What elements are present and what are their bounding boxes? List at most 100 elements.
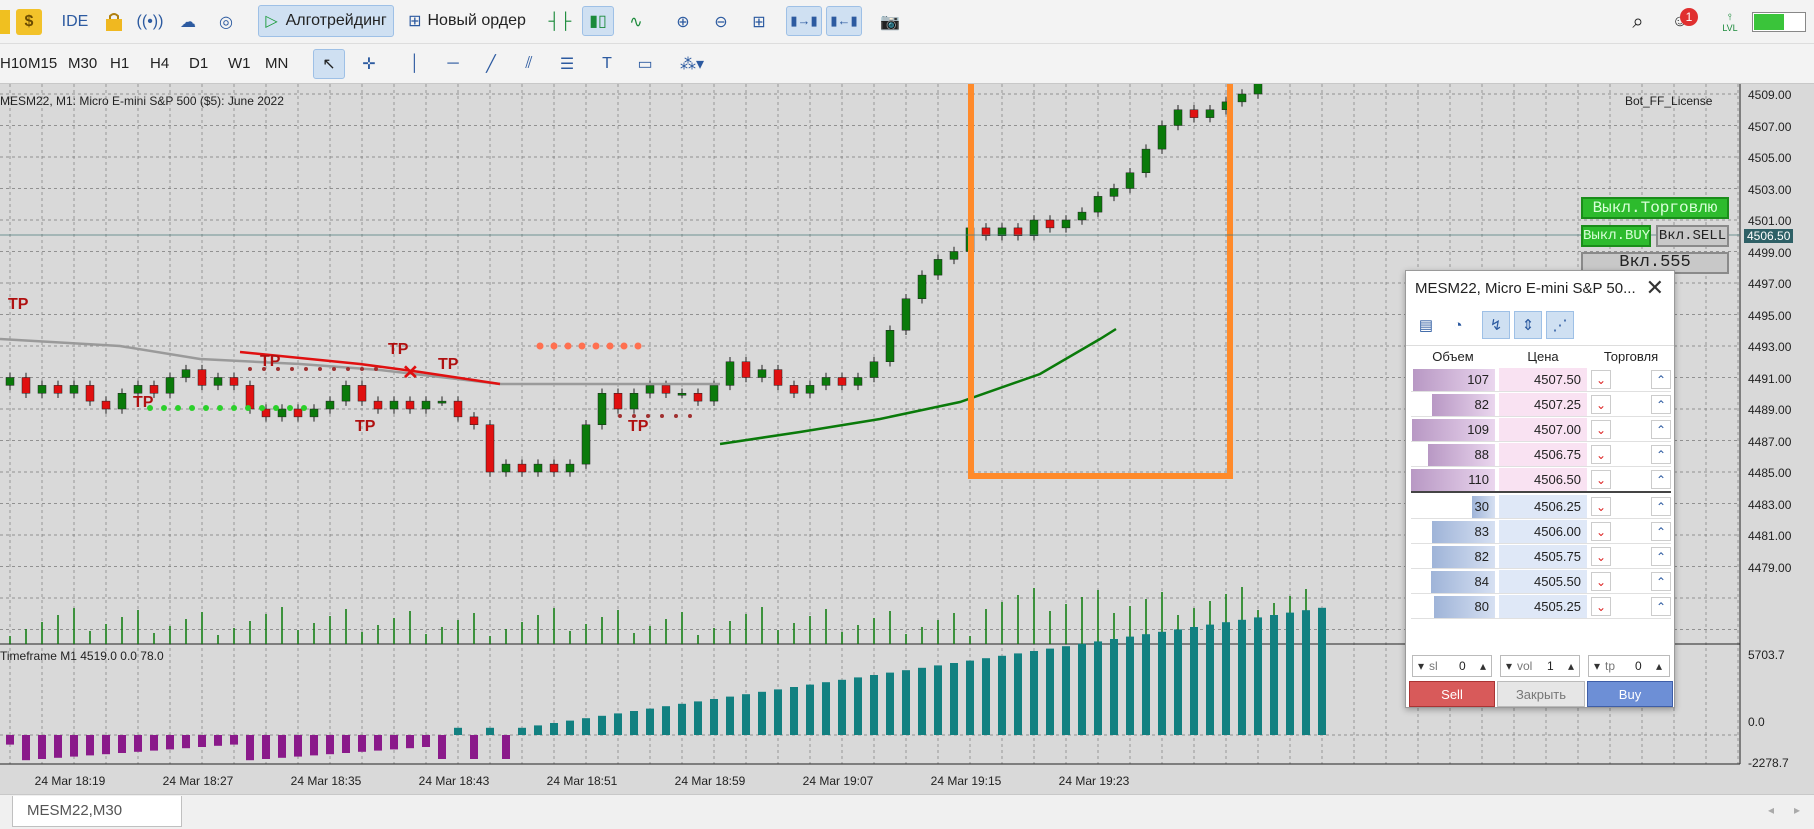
channel-icon[interactable]: ⫽: [516, 52, 542, 76]
sell-limit-icon[interactable]: ⌄: [1591, 445, 1611, 464]
fibonacci-icon[interactable]: ☰: [554, 52, 580, 76]
row-price: 4506.75: [1499, 443, 1587, 466]
bar-chart-icon[interactable]: ┤├: [547, 10, 573, 34]
vol-value[interactable]: 1: [1547, 659, 1563, 673]
timeframe-w1[interactable]: W1: [228, 55, 251, 72]
sell-limit-icon[interactable]: ⌄: [1591, 597, 1611, 616]
timeframe-h10[interactable]: H10: [0, 55, 28, 72]
timeframe-m15[interactable]: M15: [28, 55, 57, 72]
buy-limit-icon[interactable]: ⌃: [1651, 572, 1671, 591]
new-order-button[interactable]: ⊞ Новый ордер: [402, 5, 532, 37]
timeframe-m30[interactable]: M30: [68, 55, 97, 72]
ask-row[interactable]: 110 4506.50 ⌄ ⌃: [1411, 468, 1671, 492]
line-chart-icon[interactable]: ∿: [622, 10, 650, 34]
histogram-bar: [390, 735, 398, 750]
buy-limit-icon[interactable]: ⌃: [1651, 395, 1671, 414]
depth-of-market-window[interactable]: MESM22, Micro E-mini S&P 50... ✕ ▤ ◔ ↯ ⇕…: [1405, 270, 1675, 708]
ticks-icon[interactable]: ⋰: [1546, 311, 1574, 339]
buy-limit-icon[interactable]: ⌃: [1651, 370, 1671, 389]
histogram-bar: [1158, 631, 1166, 735]
search-icon[interactable]: ⌕: [1626, 10, 1650, 34]
signal-icon[interactable]: ((•)): [137, 10, 164, 34]
buy-limit-icon[interactable]: ⌃: [1651, 445, 1671, 464]
buy-limit-icon[interactable]: ⌃: [1651, 470, 1671, 489]
sl-stepper[interactable]: ▾ sl 0 ▴: [1412, 655, 1492, 677]
trade-view-icon[interactable]: ◔: [1444, 311, 1472, 339]
close-position-button[interactable]: Закрыть: [1497, 681, 1585, 707]
vertical-line-icon[interactable]: │: [402, 52, 428, 76]
histogram-bar: [294, 735, 302, 757]
crosshair-icon[interactable]: ✛: [356, 52, 382, 76]
zoom-out-icon[interactable]: ⊖: [708, 10, 734, 34]
cloud-icon[interactable]: ☁: [176, 10, 200, 34]
tp-label: TP: [438, 356, 459, 373]
ask-row[interactable]: 107 4507.50 ⌄ ⌃: [1411, 368, 1671, 392]
bid-row[interactable]: 82 4505.75 ⌄ ⌃: [1411, 545, 1671, 569]
lock-bag-icon[interactable]: [102, 10, 126, 34]
toolbar-cut-icon[interactable]: [0, 10, 10, 34]
ask-row[interactable]: 82 4507.25 ⌄ ⌃: [1411, 393, 1671, 417]
sell-limit-icon[interactable]: ⌄: [1591, 470, 1611, 489]
buy-button[interactable]: Buy: [1587, 681, 1673, 707]
text-icon[interactable]: T: [594, 52, 620, 76]
bid-row[interactable]: 84 4505.50 ⌄ ⌃: [1411, 570, 1671, 594]
quick-trade-icon[interactable]: ↯: [1482, 311, 1510, 339]
sl-value[interactable]: 0: [1459, 659, 1475, 673]
off-buy-button[interactable]: Выкл.BUY: [1581, 225, 1651, 247]
close-icon[interactable]: ✕: [1646, 275, 1664, 301]
support-dot: [287, 405, 293, 411]
timeframe-d1[interactable]: D1: [189, 55, 208, 72]
tp-stepper[interactable]: ▾ tp 0 ▴: [1588, 655, 1670, 677]
on-sell-button[interactable]: Вкл.SELL: [1656, 225, 1729, 247]
sell-limit-icon[interactable]: ⌄: [1591, 395, 1611, 414]
cursor-icon[interactable]: ↖: [313, 49, 345, 79]
candle: [85, 385, 95, 402]
tp-value[interactable]: 0: [1635, 659, 1651, 673]
scroll-left-icon[interactable]: ◂: [1768, 803, 1774, 817]
sell-limit-icon[interactable]: ⌄: [1591, 522, 1611, 541]
sell-limit-icon[interactable]: ⌄: [1591, 420, 1611, 439]
timeframe-h4[interactable]: H4: [150, 55, 169, 72]
timeframe-h1[interactable]: H1: [110, 55, 129, 72]
buy-limit-icon[interactable]: ⌃: [1651, 420, 1671, 439]
screenshot-icon[interactable]: 📷: [876, 10, 904, 34]
algo-trading-button[interactable]: ▷ Алготрейдинг: [258, 5, 394, 37]
ask-row[interactable]: 88 4506.75 ⌄ ⌃: [1411, 443, 1671, 467]
support-dot: [301, 405, 307, 411]
sell-limit-icon[interactable]: ⌄: [1591, 572, 1611, 591]
trendline-icon[interactable]: ╱: [478, 52, 504, 76]
zoom-in-icon[interactable]: ⊕: [670, 10, 696, 34]
trail-dot: [290, 367, 294, 371]
scroll-right-icon[interactable]: ▸: [1794, 803, 1800, 817]
buy-limit-icon[interactable]: ⌃: [1651, 497, 1671, 516]
histogram-bar: [1206, 624, 1214, 735]
ask-row[interactable]: 109 4507.00 ⌄ ⌃: [1411, 418, 1671, 442]
timeframe-mn[interactable]: MN: [265, 55, 288, 72]
chart-shift-icon[interactable]: ▮←▮: [826, 6, 862, 36]
sell-limit-icon[interactable]: ⌄: [1591, 497, 1611, 516]
candlestick-icon[interactable]: ▮▯: [582, 6, 614, 36]
center-icon[interactable]: ⇕: [1514, 311, 1542, 339]
vps-icon[interactable]: ◎: [214, 10, 238, 34]
price-label: 4479.00: [1748, 560, 1792, 575]
horizontal-line-icon[interactable]: ─: [440, 52, 466, 76]
buy-limit-icon[interactable]: ⌃: [1651, 547, 1671, 566]
buy-limit-icon[interactable]: ⌃: [1651, 522, 1671, 541]
objects-menu-icon[interactable]: ⁂▾: [672, 52, 712, 76]
bid-row[interactable]: 83 4506.00 ⌄ ⌃: [1411, 520, 1671, 544]
shapes-icon[interactable]: ▭: [632, 52, 658, 76]
bid-row[interactable]: 80 4505.25 ⌄ ⌃: [1411, 595, 1671, 619]
sell-limit-icon[interactable]: ⌄: [1591, 547, 1611, 566]
ide-button[interactable]: IDE: [58, 10, 92, 34]
chart-view-icon[interactable]: ▤: [1412, 311, 1440, 339]
bid-row[interactable]: 30 4506.25 ⌄ ⌃: [1411, 495, 1671, 519]
dollar-icon[interactable]: $: [16, 9, 42, 35]
auto-scroll-icon[interactable]: ▮→▮: [786, 6, 822, 36]
sell-limit-icon[interactable]: ⌄: [1591, 370, 1611, 389]
buy-limit-icon[interactable]: ⌃: [1651, 597, 1671, 616]
grid-icon[interactable]: ⊞: [746, 10, 772, 34]
sell-button[interactable]: Sell: [1409, 681, 1495, 707]
off-trade-button[interactable]: Выкл.Торговлю: [1581, 197, 1729, 219]
vol-stepper[interactable]: ▾ vol 1 ▴: [1500, 655, 1580, 677]
chart-tab[interactable]: MESM22,M30: [12, 796, 182, 827]
